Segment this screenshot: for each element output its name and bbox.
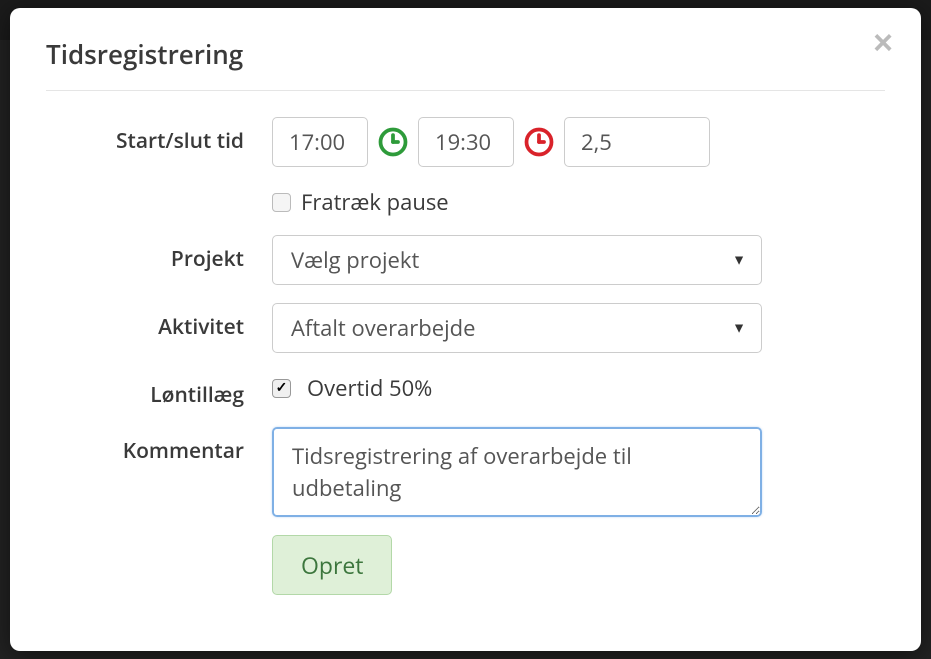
label-comment: Kommentar — [46, 427, 272, 465]
label-start-end: Start/slut tid — [46, 117, 272, 155]
label-activity: Aktivitet — [46, 303, 272, 341]
label-project: Projekt — [46, 235, 272, 273]
start-time-input[interactable] — [272, 117, 368, 167]
modal-title: Tidsregistrering — [46, 36, 885, 72]
overtime-label: Overtid 50% — [307, 373, 432, 403]
time-registration-modal: × Tidsregistrering Start/slut tid — [10, 8, 921, 651]
project-select[interactable]: Vælg projekt — [272, 235, 762, 285]
submit-button[interactable]: Opret — [272, 535, 392, 595]
activity-select[interactable]: Aftalt overarbejde — [272, 303, 762, 353]
close-button[interactable]: × — [873, 26, 893, 60]
clock-start-icon[interactable] — [378, 127, 408, 157]
duration-input[interactable] — [564, 117, 710, 167]
end-time-input[interactable] — [418, 117, 514, 167]
clock-end-icon[interactable] — [524, 127, 554, 157]
overtime-checkbox[interactable] — [272, 379, 291, 398]
label-wage-supplement: Løntillæg — [46, 371, 272, 409]
subtract-pause-checkbox[interactable] — [272, 193, 291, 212]
comment-textarea[interactable]: Tidsregistrering af overarbejde til udbe… — [272, 427, 762, 517]
divider — [46, 90, 885, 91]
subtract-pause-label: Fratræk pause — [301, 187, 449, 217]
